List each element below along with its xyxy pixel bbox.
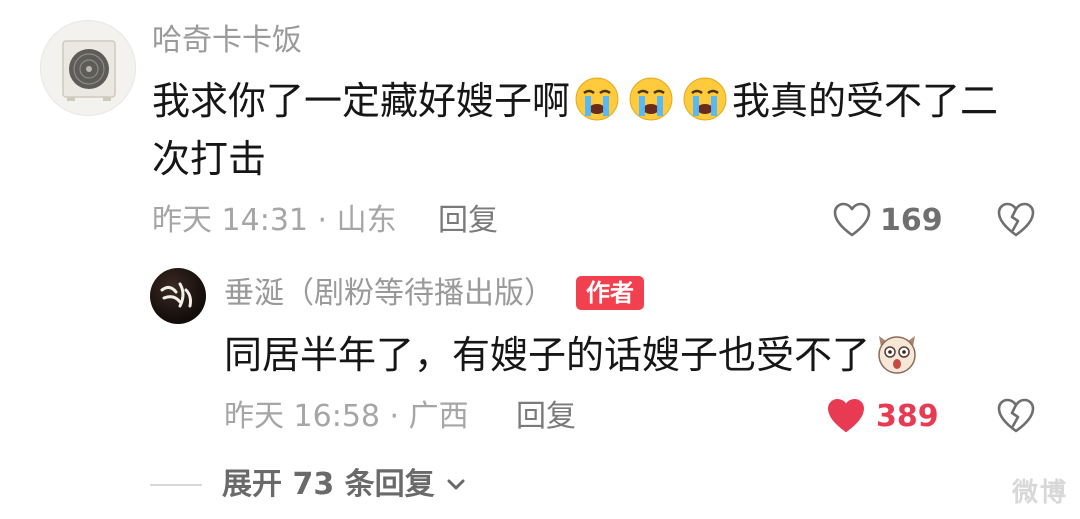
comment-content: 我求你了一定藏好嫂子啊 我真的受不了二 次打击 bbox=[152, 72, 1032, 188]
reply-like-count: 389 bbox=[876, 399, 939, 434]
like-count: 169 bbox=[880, 203, 943, 238]
broken-heart-icon bbox=[997, 202, 1035, 237]
expand-replies-button[interactable]: 展开 73 条回复 bbox=[222, 470, 469, 500]
comment-text-end: 我真的受不了二 bbox=[732, 79, 999, 123]
expand-divider bbox=[150, 484, 202, 486]
dog-face-emoji bbox=[878, 336, 916, 374]
fan-heater-icon bbox=[62, 40, 116, 101]
crying-face-emoji bbox=[629, 77, 673, 121]
reply-dislike-button[interactable] bbox=[996, 396, 1036, 436]
dislike-button[interactable] bbox=[996, 200, 1036, 240]
reply-username[interactable]: 垂涎（剧粉等待播出版） bbox=[224, 279, 554, 309]
heart-filled-icon bbox=[828, 399, 864, 432]
reply-reply-button[interactable]: 回复 bbox=[516, 402, 576, 432]
reply-meta: 昨天 16:58 · 广西 bbox=[224, 399, 469, 434]
calligraphy-avatar-image bbox=[160, 282, 192, 308]
crying-face-emoji bbox=[575, 77, 619, 121]
comment-meta: 昨天 14:31 · 山东 bbox=[152, 203, 397, 238]
like-button[interactable] bbox=[832, 200, 872, 240]
avatar[interactable] bbox=[40, 20, 136, 116]
comment-username[interactable]: 哈奇卡卡饭 bbox=[152, 26, 302, 56]
reply-avatar[interactable] bbox=[150, 268, 206, 324]
comment-text: 我求你了一定藏好嫂子啊 bbox=[152, 79, 571, 123]
expand-replies-label: 展开 73 条回复 bbox=[222, 467, 435, 502]
reply-content: 同居半年了，有嫂子的话嫂子也受不了 bbox=[224, 326, 1044, 384]
chevron-down-icon bbox=[447, 479, 465, 490]
comment-text-line2: 次打击 bbox=[152, 137, 267, 181]
watermark: 微博 bbox=[1011, 478, 1068, 508]
author-badge: 作者 bbox=[576, 276, 644, 310]
reply-like-button[interactable] bbox=[826, 396, 866, 436]
broken-heart-icon bbox=[997, 398, 1035, 433]
reply-text: 同居半年了，有嫂子的话嫂子也受不了 bbox=[224, 333, 871, 377]
crying-face-emoji bbox=[683, 77, 727, 121]
heart-outline-icon bbox=[833, 202, 871, 237]
comment-reply-button[interactable]: 回复 bbox=[438, 206, 498, 236]
